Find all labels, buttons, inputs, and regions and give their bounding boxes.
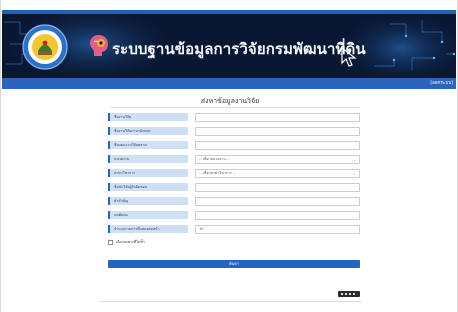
brain-gear-icon [90, 35, 108, 56]
label-items-per-page: จำนวนรายการที่แสดงต่อหน้า [108, 225, 188, 233]
label-abstract: บทคัดย่อ [108, 211, 188, 219]
cursor-icon [338, 46, 357, 67]
label-researcher: ชื่อนักวิจัยผู้รับผิดชอบ [108, 183, 188, 191]
label-research-name: ชื่องานวิจัย [108, 113, 188, 121]
academic-field-select[interactable]: -- เลือกสาขาวิชาการ -- ⌄ [195, 169, 360, 178]
site-banner: ระบบฐานข้อมูลการวิจัยกรมพัฒนาที่ดิน [2, 14, 456, 78]
unique-only-label: เลือกเฉพาะที่ไม่ซ้ำ [116, 240, 145, 244]
label-research-plan: ชื่อแผนงานวิจัยหลาย [108, 141, 188, 149]
label-keywords: คำสำคัญ [108, 197, 188, 205]
abstract-input[interactable] [195, 211, 360, 220]
chevron-down-icon: ⌄ [352, 171, 356, 176]
bottom-divider [100, 301, 362, 302]
site-title: ระบบฐานข้อมูลการวิจัยกรมพัฒนาที่ดิน [112, 40, 366, 58]
form-title: ส่งหาข้อมูลงานวิจัย [200, 97, 260, 105]
research-name-en-input[interactable] [195, 127, 360, 136]
research-name-input[interactable] [195, 113, 360, 122]
chevron-down-icon: ⌄ [352, 157, 356, 162]
label-department: หน่วยงาน [108, 155, 188, 163]
researcher-input[interactable] [195, 183, 360, 192]
department-select-value: -- เลือกหน่วยงาน -- [199, 157, 230, 161]
label-research-name-en: ชื่องานวิจัยภาษาอังกฤษ [108, 127, 188, 135]
nav-bar: [ออกระบบ] [2, 78, 456, 89]
research-plan-input[interactable] [195, 141, 360, 150]
items-per-page-input[interactable]: 10 [195, 225, 360, 234]
label-academic-field: สาขาวิชาการ [108, 169, 188, 177]
footer-badge [338, 291, 360, 297]
search-button[interactable]: ค้นหา [108, 260, 360, 268]
form-title-divider [110, 107, 360, 108]
keywords-input[interactable] [195, 197, 360, 206]
page: ระบบฐานข้อมูลการวิจัยกรมพัฒนาที่ดิน [ออก… [0, 0, 458, 312]
department-select[interactable]: -- เลือกหน่วยงาน -- ⌄ [195, 155, 360, 164]
unique-only-checkbox[interactable] [108, 240, 113, 245]
academic-field-select-value: -- เลือกสาขาวิชาการ -- [199, 171, 236, 175]
agency-logo-seal [22, 24, 68, 70]
logout-link[interactable]: [ออกระบบ] [430, 79, 453, 88]
